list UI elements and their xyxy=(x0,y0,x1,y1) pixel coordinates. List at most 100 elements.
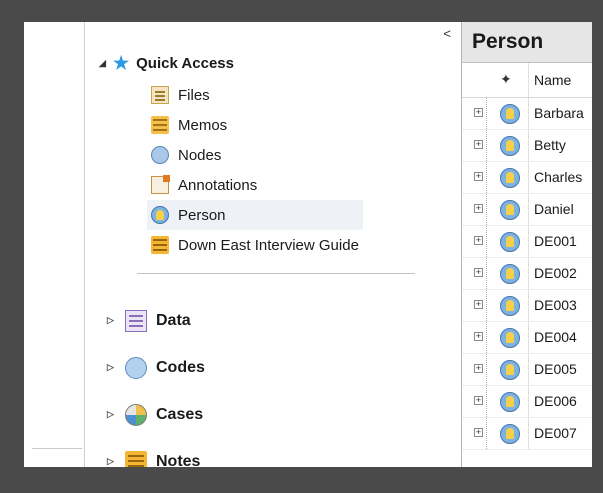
table-row[interactable]: + DE003 xyxy=(462,290,592,322)
nav-section-label: Cases xyxy=(156,405,204,423)
tree-line xyxy=(486,258,495,289)
table-row[interactable]: + Betty xyxy=(462,130,592,162)
data-icon xyxy=(125,309,147,332)
collapse-pane-button[interactable]: < xyxy=(443,26,451,41)
table-row[interactable]: + DE001 xyxy=(462,226,592,258)
tree-line xyxy=(486,226,495,257)
table-row[interactable]: + DE006 xyxy=(462,386,592,418)
nav-section-codes[interactable]: ▷ Codes xyxy=(107,344,205,391)
codes-icon xyxy=(125,356,147,379)
column-separator xyxy=(528,418,529,449)
pin-icon[interactable]: ✦ xyxy=(500,71,512,88)
quick-access-item-label: Annotations xyxy=(178,176,258,194)
expand-plus-icon[interactable]: + xyxy=(474,364,483,373)
person-icon xyxy=(500,104,520,124)
table-row[interactable]: + Charles xyxy=(462,162,592,194)
quick-access-item-nodes[interactable]: Nodes xyxy=(147,140,363,170)
quick-access-label: Quick Access xyxy=(136,54,234,72)
navigation-pane: < ◢ ★ Quick Access Files Memos Nodes Ann… xyxy=(85,22,461,467)
row-name: DE007 xyxy=(534,425,577,441)
section-divider xyxy=(137,273,415,274)
quick-access-header[interactable]: ◢ ★ Quick Access xyxy=(99,52,234,74)
quick-access-item-interview-guide[interactable]: Down East Interview Guide xyxy=(147,230,363,260)
expand-plus-icon[interactable]: + xyxy=(474,172,483,181)
nodes-icon xyxy=(151,146,169,164)
row-name: DE003 xyxy=(534,297,577,313)
table-row[interactable]: + DE007 xyxy=(462,418,592,450)
table-row[interactable]: + Daniel xyxy=(462,194,592,226)
tree-line xyxy=(486,194,495,225)
files-icon xyxy=(151,86,169,104)
nav-section-cases[interactable]: ▷ Cases xyxy=(107,391,205,438)
collapsed-triangle-icon[interactable]: ▷ xyxy=(107,315,125,326)
nav-section-notes[interactable]: ▷ Notes xyxy=(107,438,205,467)
nav-section-label: Notes xyxy=(156,452,201,468)
expand-plus-icon[interactable]: + xyxy=(474,236,483,245)
column-separator xyxy=(528,322,529,353)
person-icon xyxy=(500,360,520,380)
person-icon xyxy=(151,206,169,224)
person-icon xyxy=(500,136,520,156)
column-separator xyxy=(528,98,529,129)
expand-plus-icon[interactable]: + xyxy=(474,108,483,117)
collapsed-triangle-icon[interactable]: ▷ xyxy=(107,362,125,373)
quick-access-item-person[interactable]: Person xyxy=(147,200,363,230)
quick-access-item-label: Files xyxy=(178,86,210,104)
expand-plus-icon[interactable]: + xyxy=(474,300,483,309)
quick-access-item-memos[interactable]: Memos xyxy=(147,110,363,140)
expand-plus-icon[interactable]: + xyxy=(474,396,483,405)
quick-access-item-annotations[interactable]: Annotations xyxy=(147,170,363,200)
person-icon xyxy=(500,168,520,188)
cases-icon xyxy=(125,403,147,426)
tree-line xyxy=(486,354,495,385)
person-icon xyxy=(500,296,520,316)
tree-line xyxy=(486,322,495,353)
person-rows: + Barbara + Betty + Charles + Daniel + DE001 + DE00… xyxy=(462,98,592,450)
person-icon xyxy=(500,232,520,252)
person-icon xyxy=(500,328,520,348)
expand-plus-icon[interactable]: + xyxy=(474,140,483,149)
column-separator xyxy=(528,354,529,385)
column-separator xyxy=(528,63,529,97)
column-separator xyxy=(528,162,529,193)
collapsed-triangle-icon[interactable]: ▷ xyxy=(107,456,125,467)
row-name: DE002 xyxy=(534,265,577,281)
tree-line xyxy=(486,290,495,321)
expand-plus-icon[interactable]: + xyxy=(474,268,483,277)
row-name: DE005 xyxy=(534,361,577,377)
tree-line xyxy=(486,98,495,129)
column-header-row: ✦ Name xyxy=(462,63,592,98)
collapsed-triangle-icon[interactable]: ▷ xyxy=(107,409,125,420)
expand-triangle-icon[interactable]: ◢ xyxy=(99,58,113,69)
person-list-pane: Person ✦ Name + Barbara + Betty + Charles + Dan… xyxy=(461,22,592,467)
expand-plus-icon[interactable]: + xyxy=(474,204,483,213)
tree-line xyxy=(486,418,495,449)
left-strip xyxy=(24,22,85,467)
row-name: DE004 xyxy=(534,329,577,345)
table-row[interactable]: + DE005 xyxy=(462,354,592,386)
quick-access-item-files[interactable]: Files xyxy=(147,80,363,110)
nav-section-label: Data xyxy=(156,311,191,329)
document-icon xyxy=(151,236,169,254)
expand-plus-icon[interactable]: + xyxy=(474,332,483,341)
row-name: DE006 xyxy=(534,393,577,409)
table-row[interactable]: + Barbara xyxy=(462,98,592,130)
nav-section-data[interactable]: ▷ Data xyxy=(107,297,205,344)
tree-line xyxy=(486,162,495,193)
row-name: Daniel xyxy=(534,201,574,217)
star-icon: ★ xyxy=(113,53,130,73)
annotations-icon xyxy=(151,175,170,194)
table-row[interactable]: + DE002 xyxy=(462,258,592,290)
column-header-name[interactable]: Name xyxy=(534,72,571,88)
quick-access-item-label: Memos xyxy=(178,116,228,134)
column-separator xyxy=(528,386,529,417)
column-separator xyxy=(528,130,529,161)
table-row[interactable]: + DE004 xyxy=(462,322,592,354)
column-separator xyxy=(528,226,529,257)
navigation-sections: ▷ Data ▷ Codes ▷ Cases ▷ Notes xyxy=(107,297,205,467)
expand-plus-icon[interactable]: + xyxy=(474,428,483,437)
application-window: < ◢ ★ Quick Access Files Memos Nodes Ann… xyxy=(24,22,592,467)
tree-line xyxy=(486,130,495,161)
column-separator xyxy=(528,290,529,321)
notes-icon xyxy=(125,450,147,467)
